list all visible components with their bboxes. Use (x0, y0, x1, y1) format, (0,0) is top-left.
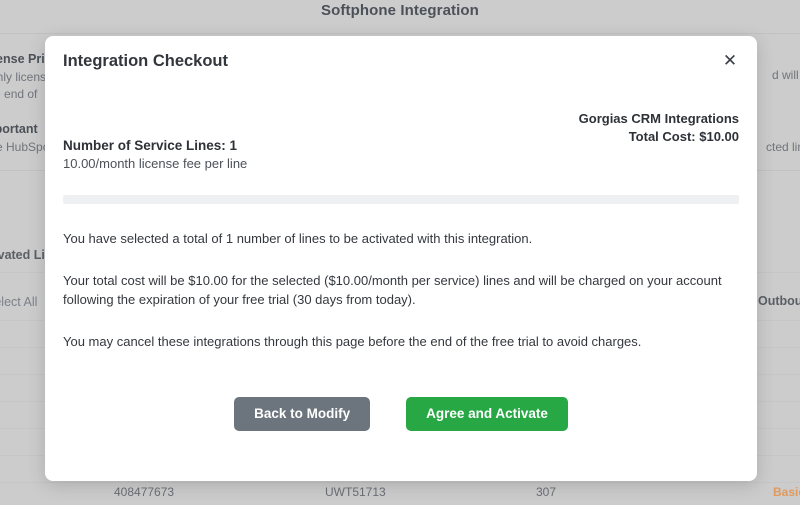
table-column-outbound: Outbound (758, 294, 800, 308)
modal-title: Integration Checkout (63, 52, 229, 70)
fragment-selected-lines: cted lines (766, 140, 800, 154)
fragment-will-be: d will be (772, 68, 800, 82)
close-icon[interactable]: ✕ (717, 47, 743, 73)
summary-paragraph-cancellation: You may cancel these integrations throug… (63, 333, 642, 349)
page-title: Softphone Integration (321, 2, 479, 19)
modal-header: Integration Checkout ✕ (45, 36, 757, 92)
progress-bar (63, 195, 739, 204)
integration-checkout-modal: Integration Checkout ✕ Gorgias CRM Integ… (45, 36, 757, 481)
note-line-end-of: the end of (0, 87, 38, 101)
total-cost: Total Cost: $10.00 (628, 128, 739, 144)
table-row (0, 482, 800, 483)
modal-actions: Back to Modify Agree and Activate (63, 397, 739, 432)
table-cell-extension: 307 (536, 485, 557, 499)
table-cell-account: 408477673 (114, 485, 175, 499)
summary-paragraph-cost: Your total cost will be $10.00 for the s… (63, 272, 722, 308)
table-cell-device: UWT51713 (325, 485, 386, 499)
modal-body: Gorgias CRM Integrations Total Cost: $10… (45, 92, 757, 432)
table-cell-plan: Basic (773, 485, 800, 499)
screen-root: Softphone Integration License Pricing Mo… (0, 0, 800, 505)
header-divider (0, 33, 800, 34)
summary-paragraph-selection: You have selected a total of 1 number of… (63, 231, 533, 246)
order-summary: Gorgias CRM Integrations Total Cost: $10… (579, 110, 739, 145)
integration-name: Gorgias CRM Integrations (578, 111, 739, 126)
license-fee-label: 10.00/month license fee per line (63, 156, 248, 171)
agree-and-activate-button[interactable]: Agree and Activate (406, 397, 568, 432)
select-all-link[interactable]: Select All (0, 295, 37, 309)
note-heading-important: Important (0, 122, 38, 136)
back-to-modify-button[interactable]: Back to Modify (234, 397, 371, 432)
